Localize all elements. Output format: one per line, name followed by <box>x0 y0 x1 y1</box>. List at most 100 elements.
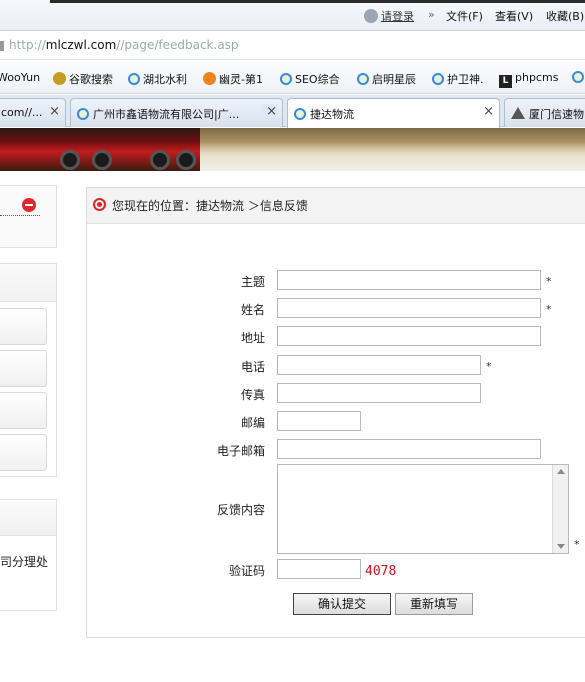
address-label: 地址 <box>240 331 265 345</box>
bookmark-youling[interactable]: 幽灵-第1 <box>203 71 263 87</box>
fax-input[interactable] <box>277 383 481 403</box>
bookmark-huweishen[interactable]: 护卫神. <box>432 71 484 87</box>
sidebar-nav-button[interactable] <box>0 434 47 471</box>
dotted-divider <box>0 215 40 216</box>
close-icon[interactable]: × <box>49 104 60 119</box>
menu-view[interactable]: 查看(V) <box>495 8 533 24</box>
bookmark-seo[interactable]: SEO综合 <box>280 71 340 87</box>
bookmark-qiming[interactable]: 启明星辰 <box>357 71 416 87</box>
tab-4[interactable]: 厦门信速物 <box>504 98 585 127</box>
sidebar-branch-header <box>0 500 56 536</box>
bookmark-label: 启明星辰 <box>372 73 416 86</box>
scroll-down-icon[interactable] <box>557 544 565 549</box>
close-icon[interactable]: × <box>260 104 277 119</box>
ie-icon <box>572 71 584 83</box>
required-mark: * <box>546 303 552 316</box>
sidebar-nav-box <box>0 263 57 477</box>
tab-label: 厦门信速物 <box>529 108 584 121</box>
smile-icon <box>203 72 216 85</box>
reset-button[interactable]: 重新填写 <box>395 593 473 615</box>
bookmark-google[interactable]: 谷歌搜索 <box>53 71 113 87</box>
sidebar-nav-button[interactable] <box>0 308 47 345</box>
submit-button[interactable]: 确认提交 <box>293 593 391 615</box>
content-textarea[interactable] <box>277 464 569 554</box>
bookmark-label: phpcms <box>515 71 559 84</box>
bookmark-wooyun[interactable]: WooYun <box>0 71 40 84</box>
url-path: //page/feedback.asp <box>116 38 239 52</box>
required-mark: * <box>486 360 492 373</box>
fax-label: 传真 <box>240 388 265 402</box>
bookmark-label: 护卫神. <box>447 73 484 86</box>
paw-icon <box>53 72 66 85</box>
address-bar[interactable]: http://mlczwl.com//page/feedback.asp <box>0 32 585 60</box>
truck-wheel <box>92 150 112 170</box>
name-label: 姓名 <box>240 303 265 317</box>
truck-image <box>0 128 200 171</box>
captcha-input[interactable] <box>277 559 361 579</box>
bookmark-hubei[interactable]: 湖北水利 <box>128 71 187 87</box>
bookmark-label: 湖北水利 <box>143 73 187 86</box>
scroll-up-icon[interactable] <box>557 469 565 474</box>
tab-label: 捷达物流 <box>310 108 354 121</box>
menu-file[interactable]: 文件(F) <box>446 8 483 24</box>
sidebar-nav-header <box>0 264 56 302</box>
required-mark: * <box>546 275 552 288</box>
bookmark-label: WooYun <box>0 71 41 84</box>
required-mark: * <box>574 538 580 551</box>
tab-2[interactable]: 广州市鑫语物流有限公司|广... × <box>70 98 283 127</box>
target-icon <box>93 198 106 211</box>
login-label: 请登录 <box>381 10 414 23</box>
url-host: mlczwl.com <box>45 38 117 52</box>
phone-label: 电话 <box>240 360 265 374</box>
phone-input[interactable] <box>277 355 481 375</box>
truck-wheel <box>60 150 80 170</box>
sidebar-branch-box: 司分理处 <box>0 499 57 611</box>
road-image <box>200 142 585 171</box>
ie-icon <box>294 108 306 120</box>
warning-icon <box>511 107 525 119</box>
truck-wheel <box>150 150 170 170</box>
tab-strip: com//... × 广州市鑫语物流有限公司|广... × 捷达物流 × 厦门信… <box>0 95 585 128</box>
postcode-input[interactable] <box>277 411 361 431</box>
ie-icon <box>128 73 140 85</box>
login-link[interactable]: 请登录 <box>364 8 414 24</box>
feedback-panel: 您现在的位置：捷达物流 ＞信息反馈 主题 * 姓名 * 地址 电话 * 传真 邮… <box>86 187 585 638</box>
truck-wheel <box>176 150 196 170</box>
close-icon[interactable]: × <box>483 104 494 119</box>
email-input[interactable] <box>277 439 541 459</box>
textarea-scrollbar[interactable] <box>552 465 568 553</box>
bookmarks-bar: WooYun 谷歌搜索 湖北水利 幽灵-第1 SEO综合 启明星辰 护卫神. L… <box>0 61 585 94</box>
tab-3-active[interactable]: 捷达物流 × <box>287 98 500 128</box>
content-label: 反馈内容 <box>216 503 265 517</box>
sidebar-nav-button[interactable] <box>0 392 47 429</box>
url-prefix: http:// <box>9 38 46 52</box>
user-icon <box>364 9 378 23</box>
subject-label: 主题 <box>240 275 265 289</box>
branch-office-text[interactable]: 司分理处 <box>0 553 48 570</box>
address-input[interactable] <box>277 326 541 346</box>
menu-favorites[interactable]: 收藏(B) <box>546 8 584 24</box>
browser-menubar: 请登录 » 文件(F) 查看(V) 收藏(B) <box>0 0 585 31</box>
more-chevron-icon[interactable]: » <box>428 8 435 21</box>
captcha-code[interactable]: 4078 <box>365 564 396 579</box>
site-banner <box>0 128 585 171</box>
window-top-edge <box>50 0 585 3</box>
tab-label: com//... <box>1 106 43 119</box>
bookmark-label: 谷歌搜索 <box>69 73 113 86</box>
breadcrumb-text: 您现在的位置：捷达物流 ＞信息反馈 <box>112 199 308 213</box>
bookmark-more[interactable] <box>572 71 585 84</box>
postcode-label: 邮编 <box>240 416 265 430</box>
sidebar-top-box <box>0 185 57 248</box>
captcha-label: 验证码 <box>228 564 265 578</box>
subject-input[interactable] <box>277 270 541 290</box>
breadcrumb: 您现在的位置：捷达物流 ＞信息反馈 <box>87 188 585 224</box>
sidebar-nav-button[interactable] <box>0 350 47 387</box>
bookmark-label: 幽灵-第1 <box>219 73 263 86</box>
left-sidebar: 司分理处 <box>0 171 60 682</box>
arrow-circle-icon[interactable] <box>22 198 36 212</box>
bookmark-phpcms[interactable]: Lphpcms <box>499 71 558 88</box>
tab-1[interactable]: com//... × <box>0 98 66 127</box>
address-url[interactable]: http://mlczwl.com//page/feedback.asp <box>9 38 239 52</box>
name-input[interactable] <box>277 298 541 318</box>
ie-icon <box>432 73 444 85</box>
